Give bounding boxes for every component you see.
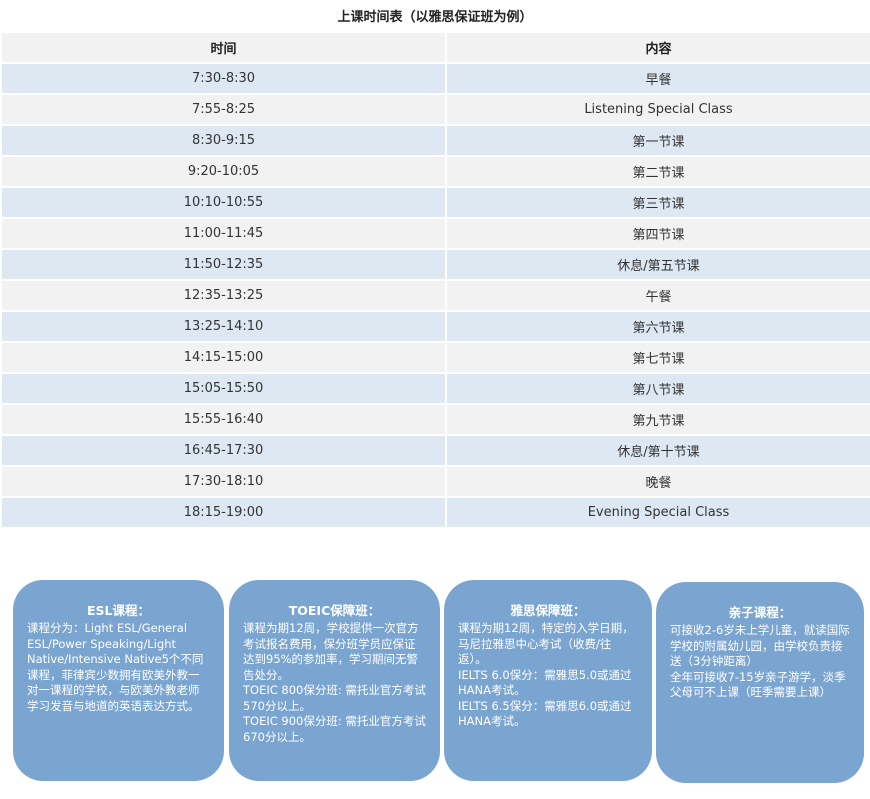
table-row: 17:30-18:10 晚餐 bbox=[2, 466, 870, 498]
schedule-content-cell: 第九节课 bbox=[446, 404, 870, 436]
card-line: 可接收2-6岁未上学儿童，就读国际学校的附属幼儿园，由学校负责接送（3分钟距离） bbox=[670, 623, 850, 668]
schedule-time-cell: 12:35-13:25 bbox=[2, 280, 447, 312]
card-line: 课程为期12周，特定的入学日期，马尼拉雅思中心考试（收费/往返）。 bbox=[458, 621, 634, 666]
table-row: 11:50-12:35 休息/第五节课 bbox=[2, 249, 870, 281]
card-title: ESL课程： bbox=[86, 603, 150, 618]
card-line: IELTS 6.0保分：需雅思5.0或通过HANA考试。 bbox=[458, 667, 632, 698]
schedule-content-cell: 第二节课 bbox=[446, 156, 870, 188]
column-header-time: 时间 bbox=[2, 33, 447, 64]
schedule-content-cell: 第七节课 bbox=[446, 342, 870, 374]
table-header-row: 时间 内容 bbox=[2, 33, 870, 64]
card-line: IELTS 6.5保分：需雅思6.0或通过HANA考试。 bbox=[458, 698, 632, 729]
schedule-time-cell: 17:30-18:10 bbox=[2, 466, 447, 498]
schedule-time-cell: 9:20-10:05 bbox=[2, 156, 447, 188]
schedule-content-cell: 休息/第五节课 bbox=[446, 249, 870, 281]
table-row: 18:15-19:00 Evening Special Class bbox=[2, 497, 870, 529]
schedule-time-cell: 13:25-14:10 bbox=[2, 311, 447, 343]
table-row: 15:05-15:50 第八节课 bbox=[2, 373, 870, 405]
schedule-table: 时间 内容 7:30-8:30 早餐 7:55-8:25 Listening Spec… bbox=[2, 33, 870, 529]
table-row: 7:30-8:30 早餐 bbox=[2, 63, 870, 95]
table-row: 13:25-14:10 第六节课 bbox=[2, 311, 870, 343]
table-row: 7:55-8:25 Listening Special Class bbox=[2, 94, 870, 126]
card-line: 全年可接收7-15岁亲子游学，淡季父母可不上课（旺季需要上课） bbox=[670, 669, 846, 700]
schedule-content-cell: 晚餐 bbox=[446, 466, 870, 498]
card-parent-child: 亲子课程： 可接收2-6岁未上学儿童，就读国际学校的附属幼儿园，由学校负责接送（… bbox=[656, 582, 864, 783]
card-line: TOEIC 800保分班: 需托业官方考试570分以上。 bbox=[243, 683, 426, 713]
card-body: 课程分为：Light ESL/General ESL/Power Speakin… bbox=[27, 621, 210, 714]
schedule-content-cell: 第八节课 bbox=[446, 373, 870, 405]
table-row: 10:10-10:55 第三节课 bbox=[2, 187, 870, 219]
schedule-time-cell: 10:10-10:55 bbox=[2, 187, 447, 219]
schedule-time-cell: 11:00-11:45 bbox=[2, 218, 447, 250]
schedule-content-cell: 休息/第十节课 bbox=[446, 435, 870, 467]
card-line: 课程分为：Light ESL/General ESL/Power Speakin… bbox=[27, 621, 204, 713]
schedule-content-cell: Listening Special Class bbox=[446, 94, 870, 126]
table-row: 14:15-15:00 第七节课 bbox=[2, 342, 870, 374]
table-row: 9:20-10:05 第二节课 bbox=[2, 156, 870, 188]
card-line: 课程为期12周，学校提供一次官方考试报名费用，保分班学员应保证达到95%的参加率… bbox=[243, 621, 419, 682]
table-row: 16:45-17:30 休息/第十节课 bbox=[2, 435, 870, 467]
card-body: 课程为期12周，学校提供一次官方考试报名费用，保分班学员应保证达到95%的参加率… bbox=[243, 621, 426, 745]
schedule-content-cell: Evening Special Class bbox=[446, 497, 870, 529]
card-toeic: TOEIC保障班： 课程为期12周，学校提供一次官方考试报名费用，保分班学员应保… bbox=[229, 580, 440, 781]
schedule-content-cell: 第四节课 bbox=[446, 218, 870, 250]
page-title: 上课时间表（以雅思保证班为例） bbox=[337, 10, 533, 25]
schedule-time-cell: 15:55-16:40 bbox=[2, 404, 447, 436]
card-title: 亲子课程： bbox=[728, 605, 792, 620]
schedule-time-cell: 8:30-9:15 bbox=[2, 125, 447, 157]
schedule-time-cell: 18:15-19:00 bbox=[2, 497, 447, 529]
schedule-content-cell: 早餐 bbox=[446, 63, 870, 95]
card-body: 可接收2-6岁未上学儿童，就读国际学校的附属幼儿园，由学校负责接送（3分钟距离）… bbox=[670, 623, 850, 701]
schedule-time-cell: 11:50-12:35 bbox=[2, 249, 447, 281]
card-body: 课程为期12周，特定的入学日期，马尼拉雅思中心考试（收费/往返）。 IELTS … bbox=[458, 621, 638, 730]
schedule-time-cell: 16:45-17:30 bbox=[2, 435, 447, 467]
table-row: 8:30-9:15 第一节课 bbox=[2, 125, 870, 157]
card-ielts: 雅思保障班： 课程为期12周，特定的入学日期，马尼拉雅思中心考试（收费/往返）。… bbox=[444, 580, 652, 781]
schedule-time-cell: 14:15-15:00 bbox=[2, 342, 447, 374]
table-row: 15:55-16:40 第九节课 bbox=[2, 404, 870, 436]
card-title: 雅思保障班： bbox=[510, 603, 586, 618]
schedule-content-cell: 第一节课 bbox=[446, 125, 870, 157]
card-esl: ESL课程： 课程分为：Light ESL/General ESL/Power … bbox=[13, 580, 224, 781]
column-header-content: 内容 bbox=[446, 33, 870, 64]
card-title: TOEIC保障班： bbox=[288, 603, 381, 618]
schedule-time-cell: 7:55-8:25 bbox=[2, 94, 447, 126]
schedule-time-cell: 7:30-8:30 bbox=[2, 63, 447, 95]
table-row: 11:00-11:45 第四节课 bbox=[2, 218, 870, 250]
schedule-time-cell: 15:05-15:50 bbox=[2, 373, 447, 405]
schedule-content-cell: 第六节课 bbox=[446, 311, 870, 343]
schedule-content-cell: 午餐 bbox=[446, 280, 870, 312]
card-line: TOEIC 900保分班: 需托业官方考试670分以上。 bbox=[243, 714, 426, 744]
schedule-content-cell: 第三节课 bbox=[446, 187, 870, 219]
table-row: 12:35-13:25 午餐 bbox=[2, 280, 870, 312]
